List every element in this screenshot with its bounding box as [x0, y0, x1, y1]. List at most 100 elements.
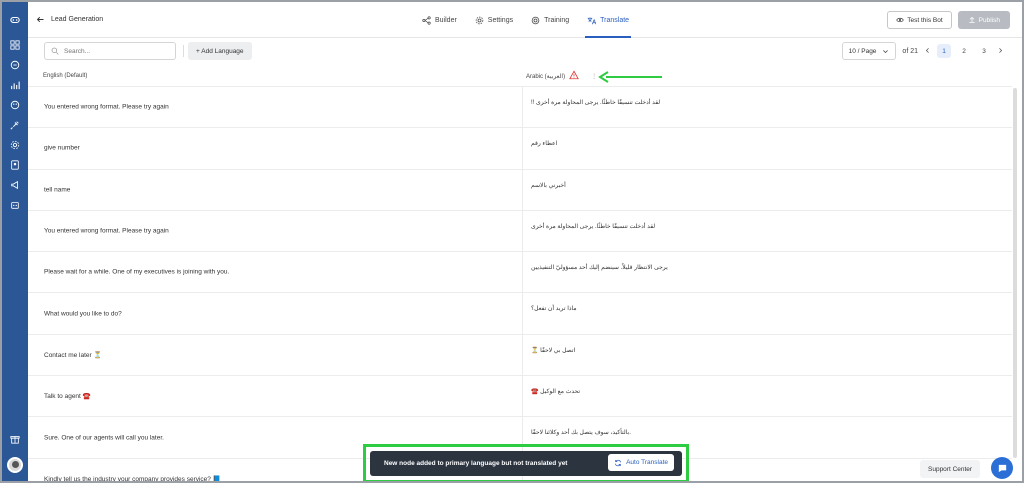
- arabic-cell[interactable]: ماذا تريد أن تفعل؟: [522, 293, 1012, 334]
- english-cell: Contact me later ⏳: [44, 351, 102, 359]
- arabic-cell[interactable]: لقد أدخلت تنسيقًا خاطئًا. يرجى المحاولة …: [522, 210, 1012, 252]
- tab-settings[interactable]: Settings: [473, 2, 515, 38]
- megaphone-icon[interactable]: [8, 178, 22, 192]
- plug-icon[interactable]: [8, 118, 22, 132]
- arabic-text: يرجى الانتظار قليلاً. سينضم إليك أحد مسؤ…: [531, 265, 668, 272]
- add-language-button[interactable]: + Add Language: [188, 42, 252, 60]
- target-icon: [531, 16, 540, 24]
- arabic-text: اعطاء رقم: [531, 141, 558, 148]
- upload-icon: [969, 16, 975, 24]
- tab-builder[interactable]: Builder: [420, 2, 459, 38]
- arrow-left-icon: [36, 16, 44, 23]
- bot-icon[interactable]: [8, 198, 22, 212]
- tab-bar: Builder Settings Training Translate: [420, 2, 631, 38]
- vertical-scrollbar[interactable]: [1013, 88, 1017, 458]
- per-page-value: 10 / Page: [848, 47, 877, 55]
- table-row: Talk to agent ☎️ ☎️ تحدث مع الوكيل: [28, 375, 1012, 417]
- sidebar-bottom: [2, 429, 28, 473]
- arabic-text: أخبرني بالاسم: [531, 182, 566, 189]
- add-language-label: + Add Language: [196, 47, 244, 55]
- chevron-down-icon: [883, 49, 889, 53]
- publish-button[interactable]: Publish: [957, 11, 1010, 29]
- toast-message: New node added to primary language but n…: [384, 460, 568, 467]
- support-center-button[interactable]: Support Center: [920, 460, 981, 478]
- translate-icon: [587, 17, 597, 24]
- arabic-cell[interactable]: يرجى الانتظار قليلاً. سينضم إليك أحد مسؤ…: [522, 252, 1012, 293]
- more-options-icon[interactable]: ⋮: [591, 73, 597, 80]
- search-icon: [51, 47, 59, 55]
- table-row: tell name أخبرني بالاسم: [28, 168, 1012, 210]
- chevron-left-icon: [925, 47, 929, 53]
- english-cell: You entered wrong format. Please try aga…: [44, 227, 169, 235]
- arabic-text: بالتأكيد، سوف يتصل بك أحد وكلائنا لاحقًا…: [531, 430, 631, 437]
- chat-widget-button[interactable]: [991, 457, 1013, 479]
- divider: [183, 45, 184, 57]
- english-cell: Kindly tell us the industry your company…: [44, 475, 221, 483]
- top-header: Lead Generation Builder Settings Trainin…: [28, 2, 1022, 38]
- tab-translate[interactable]: Translate: [585, 2, 631, 38]
- arabic-text: ⏳ اتصل بي لاحقًا: [531, 347, 576, 354]
- arabic-cell[interactable]: اعطاء رقم: [522, 128, 1012, 169]
- tab-label: Settings: [487, 16, 514, 24]
- auto-translate-button[interactable]: Auto Translate: [608, 454, 674, 471]
- arabic-cell[interactable]: ⏳ اتصل بي لاحقًا: [522, 334, 1012, 376]
- toolbar: + Add Language 10 / Page of 21 1 2 3: [28, 38, 1022, 64]
- test-bot-label: Test this Bot: [907, 16, 943, 24]
- auto-translate-label: Auto Translate: [626, 459, 668, 466]
- tab-label: Builder: [435, 16, 457, 24]
- analytics-icon[interactable]: [8, 78, 22, 92]
- table-row: You entered wrong format. Please try aga…: [28, 209, 1012, 252]
- contacts-icon[interactable]: [8, 158, 22, 172]
- column-header-arabic: Arabic (العربية) ⋮: [526, 68, 597, 84]
- test-bot-button[interactable]: Test this Bot: [887, 11, 952, 29]
- column-header-arabic-label: Arabic (العربية): [526, 73, 566, 80]
- total-pages: of 21: [902, 47, 918, 55]
- page-3-button[interactable]: 3: [977, 44, 991, 58]
- tab-label: Translate: [600, 16, 630, 24]
- palette-icon[interactable]: [8, 98, 22, 112]
- prev-page-button[interactable]: [924, 47, 931, 56]
- per-page-select[interactable]: 10 / Page: [841, 42, 897, 60]
- gear-icon: [475, 16, 484, 24]
- settings-icon[interactable]: [8, 138, 22, 152]
- tab-training[interactable]: Training: [529, 2, 571, 38]
- search-box[interactable]: [44, 42, 176, 60]
- arabic-text: ماذا تريد أن تفعل؟: [531, 306, 577, 313]
- english-cell: give number: [44, 144, 80, 152]
- avatar[interactable]: [7, 457, 23, 473]
- english-cell: What would you like to do?: [44, 310, 122, 318]
- table-row: give number اعطاء رقم: [28, 127, 1012, 169]
- warning-icon[interactable]: [569, 70, 579, 82]
- next-page-button[interactable]: [997, 47, 1004, 56]
- search-input[interactable]: [64, 47, 164, 55]
- arabic-cell[interactable]: ☎️ تحدث مع الوكيل: [522, 376, 1012, 417]
- sidebar: [2, 2, 28, 481]
- english-cell: Please wait for a while. One of my execu…: [44, 268, 230, 276]
- page-2-button[interactable]: 2: [957, 44, 971, 58]
- chevron-right-icon: [999, 47, 1003, 53]
- eye-icon: [896, 17, 904, 23]
- flow-icon: [422, 15, 431, 25]
- table-row: What would you like to do? ماذا تريد أن …: [28, 292, 1012, 334]
- arabic-cell[interactable]: أخبرني بالاسم: [522, 169, 1012, 210]
- annotation-arrow-icon: [598, 71, 662, 83]
- gift-icon[interactable]: [8, 432, 22, 446]
- english-cell: Talk to agent ☎️: [44, 393, 91, 401]
- arabic-text: !! لقد أدخلت تنسيقًا خاطئًا. يرجى المحاو…: [531, 100, 661, 106]
- chat-bubble-icon: [998, 464, 1006, 472]
- chat-icon[interactable]: [8, 58, 22, 72]
- back-button[interactable]: Lead Generation: [36, 15, 103, 24]
- english-cell: tell name: [44, 186, 71, 194]
- header-actions: Test this Bot Publish: [887, 11, 1010, 29]
- arabic-text: ☎️ تحدث مع الوكيل: [531, 389, 581, 396]
- dashboard-icon[interactable]: [8, 38, 22, 52]
- toast-highlight: New node added to primary language but n…: [363, 444, 689, 481]
- refresh-icon: [615, 459, 622, 466]
- page-1-button[interactable]: 1: [937, 44, 951, 58]
- toast-notification: New node added to primary language but n…: [370, 451, 682, 476]
- bot-title: Lead Generation: [51, 16, 104, 23]
- tab-label: Training: [544, 16, 570, 24]
- app-window: Lead Generation Builder Settings Trainin…: [0, 0, 1024, 483]
- arabic-cell[interactable]: !! لقد أدخلت تنسيقًا خاطئًا. يرجى المحاو…: [522, 87, 1012, 128]
- logo-icon[interactable]: [8, 13, 22, 27]
